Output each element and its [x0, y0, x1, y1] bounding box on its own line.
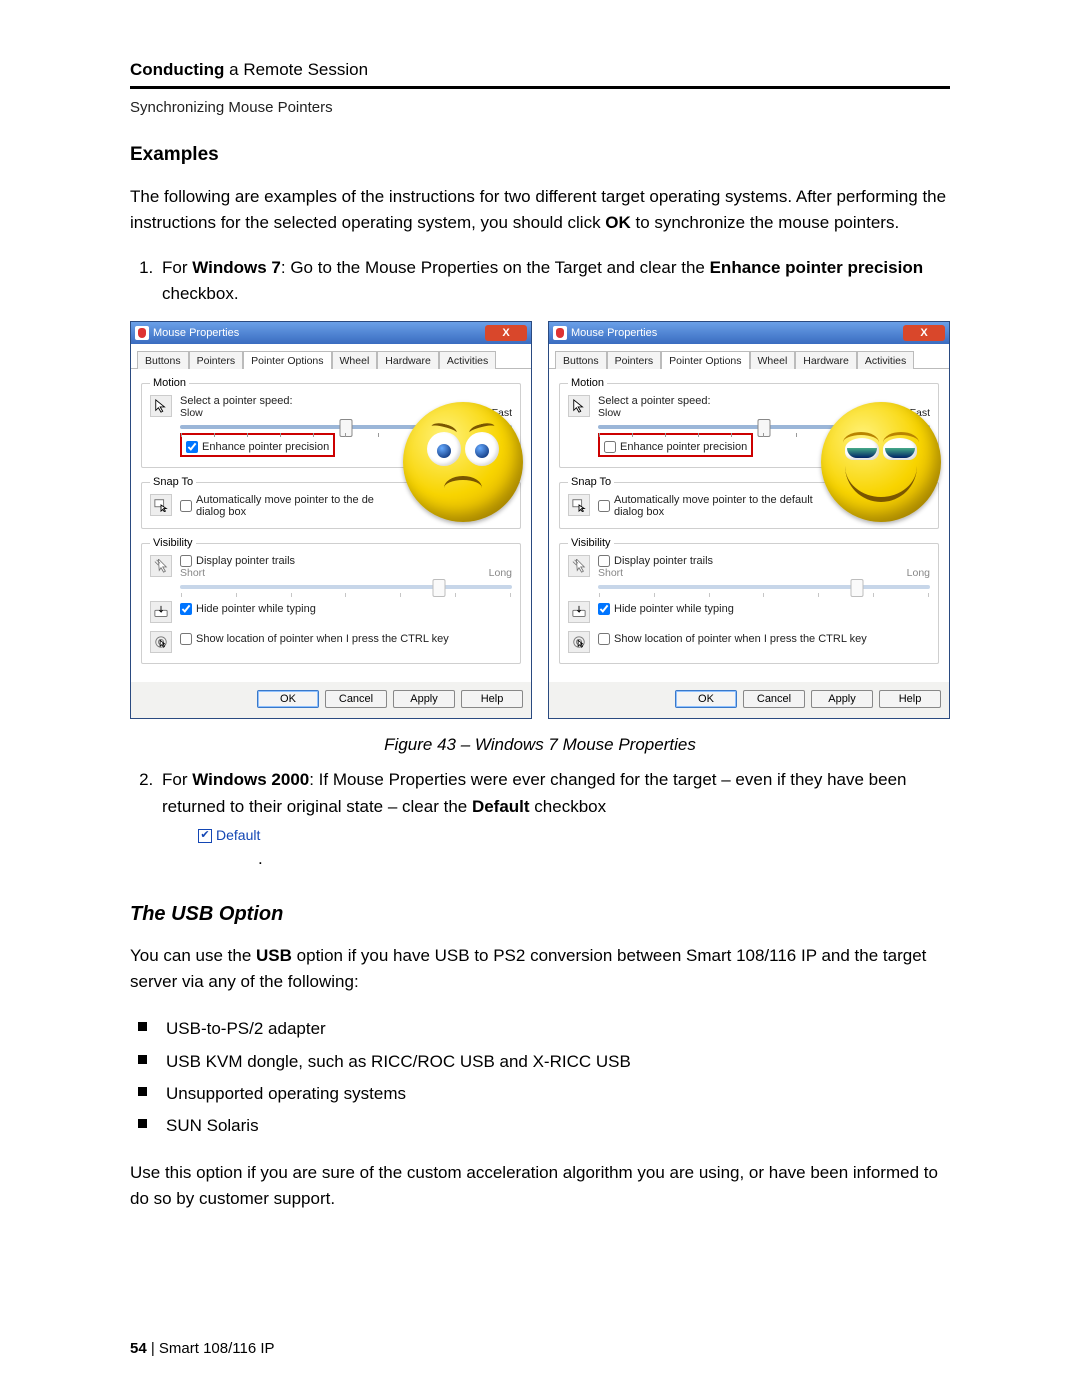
cancel-button[interactable]: Cancel [743, 690, 805, 708]
header-rule [130, 86, 950, 89]
list-item: USB-to-PS/2 adapter [166, 1013, 950, 1045]
step-list-2: For Windows 2000: If Mouse Properties we… [130, 767, 950, 872]
ok-button[interactable]: OK [675, 690, 737, 708]
close-button[interactable]: X [903, 325, 945, 341]
trails-slider [180, 585, 512, 589]
list-item: Unsupported operating systems [166, 1078, 950, 1110]
tab-buttons[interactable]: Buttons [137, 351, 189, 369]
tab-activities[interactable]: Activities [857, 351, 914, 369]
dialog-buttons: OK Cancel Apply Help [549, 682, 949, 718]
titlebar: Mouse Properties X [131, 322, 531, 344]
ctrl-locate-checkbox[interactable]: Show location of pointer when I press th… [180, 633, 449, 645]
list-item: SUN Solaris [166, 1110, 950, 1142]
group-visibility: Visibility Display pointer trails ShortL… [141, 537, 521, 664]
snap-icon [568, 494, 590, 516]
page-footer: 54 | Smart 108/116 IP [130, 1340, 275, 1357]
hide-typing-icon [150, 601, 172, 623]
mouse-icon [135, 326, 149, 340]
snap-checkbox[interactable]: Automatically move pointer to the defaul… [598, 494, 813, 518]
ctrl-locate-checkbox[interactable]: Show location of pointer when I press th… [598, 633, 867, 645]
header-subsection: Synchronizing Mouse Pointers [130, 99, 950, 116]
trails-slider [598, 585, 930, 589]
trails-icon [150, 555, 172, 577]
tab-wheel[interactable]: Wheel [332, 351, 378, 369]
list-item: USB KVM dongle, such as RICC/ROC USB and… [166, 1046, 950, 1078]
tab-pointer-options[interactable]: Pointer Options [661, 351, 749, 369]
titlebar: Mouse Properties X [549, 322, 949, 344]
tab-hardware[interactable]: Hardware [795, 351, 857, 369]
apply-button[interactable]: Apply [393, 690, 455, 708]
hide-typing-checkbox[interactable]: Hide pointer while typing [180, 603, 316, 615]
happy-smiley-icon [821, 402, 941, 522]
cursor-icon [568, 395, 590, 417]
apply-button[interactable]: Apply [811, 690, 873, 708]
tab-activities[interactable]: Activities [439, 351, 496, 369]
step-1: For Windows 7: Go to the Mouse Propertie… [158, 255, 950, 308]
help-button[interactable]: Help [461, 690, 523, 708]
tab-pointer-options[interactable]: Pointer Options [243, 351, 331, 369]
snap-checkbox[interactable]: Automatically move pointer to the dedial… [180, 494, 374, 518]
step-2: For Windows 2000: If Mouse Properties we… [158, 767, 950, 872]
sad-smiley-icon [403, 402, 523, 522]
tab-hardware[interactable]: Hardware [377, 351, 439, 369]
group-visibility: Visibility Display pointer trails ShortL… [559, 537, 939, 664]
usb-closing: Use this option if you are sure of the c… [130, 1160, 950, 1213]
window-title: Mouse Properties [153, 327, 239, 339]
trails-checkbox[interactable]: Display pointer trails [180, 555, 512, 567]
window-title: Mouse Properties [571, 327, 657, 339]
mouse-icon [553, 326, 567, 340]
close-button[interactable]: X [485, 325, 527, 341]
trails-checkbox[interactable]: Display pointer trails [598, 555, 930, 567]
enhance-precision-checkbox[interactable]: Enhance pointer precision [186, 441, 329, 453]
ctrl-locate-icon [568, 631, 590, 653]
cancel-button[interactable]: Cancel [325, 690, 387, 708]
default-checkbox-graphic: ✔Default [198, 825, 260, 847]
figure-caption: Figure 43 – Windows 7 Mouse Properties [130, 735, 950, 755]
usb-bullets: USB-to-PS/2 adapter USB KVM dongle, such… [130, 1013, 950, 1142]
tab-strip: Buttons Pointers Pointer Options Wheel H… [131, 344, 531, 369]
tab-pointers[interactable]: Pointers [189, 351, 244, 369]
hide-typing-checkbox[interactable]: Hide pointer while typing [598, 603, 734, 615]
section-examples: Examples [130, 144, 950, 166]
trails-icon [568, 555, 590, 577]
step-list: For Windows 7: Go to the Mouse Propertie… [130, 255, 950, 308]
tab-buttons[interactable]: Buttons [555, 351, 607, 369]
enhance-precision-checkbox[interactable]: Enhance pointer precision [604, 441, 747, 453]
help-button[interactable]: Help [879, 690, 941, 708]
running-header: Conducting a Remote Session [130, 60, 950, 80]
intro-paragraph: The following are examples of the instru… [130, 184, 950, 237]
figure-43: Mouse Properties X Buttons Pointers Poin… [130, 321, 950, 719]
usb-intro: You can use the USB option if you have U… [130, 943, 950, 996]
ctrl-locate-icon [150, 631, 172, 653]
tab-wheel[interactable]: Wheel [750, 351, 796, 369]
mouse-properties-dialog-left: Mouse Properties X Buttons Pointers Poin… [130, 321, 532, 719]
dialog-buttons: OK Cancel Apply Help [131, 682, 531, 718]
section-usb-option: The USB Option [130, 903, 950, 926]
tab-strip: Buttons Pointers Pointer Options Wheel H… [549, 344, 949, 369]
mouse-properties-dialog-right: Mouse Properties X Buttons Pointers Poin… [548, 321, 950, 719]
tab-pointers[interactable]: Pointers [607, 351, 662, 369]
hide-typing-icon [568, 601, 590, 623]
cursor-icon [150, 395, 172, 417]
snap-icon [150, 494, 172, 516]
ok-button[interactable]: OK [257, 690, 319, 708]
